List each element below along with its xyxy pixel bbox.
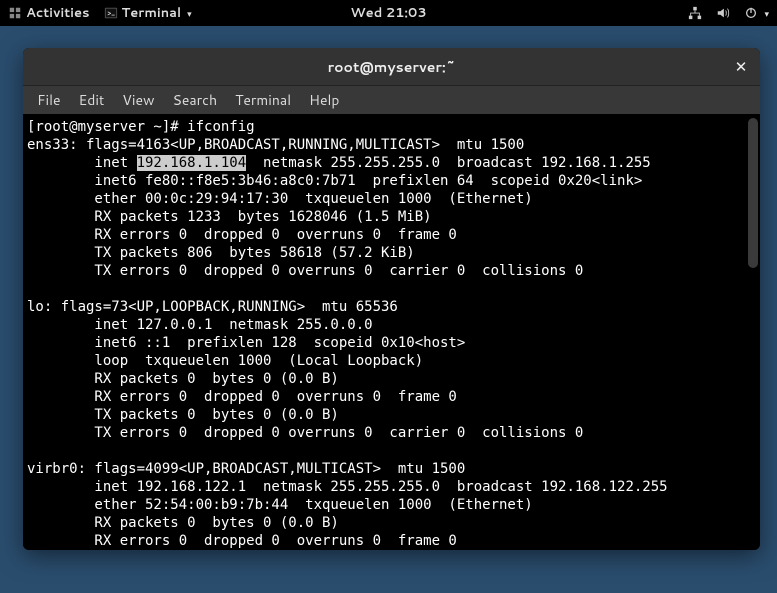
terminal-output: [root@myserver ~]# ifconfig ens33: flags… <box>27 118 756 550</box>
network-icon[interactable] <box>688 6 702 20</box>
appmenu-label: Terminal <box>122 4 182 22</box>
window-titlebar[interactable]: root@myserver:~ ✕ <box>23 48 760 86</box>
power-icon <box>744 6 758 20</box>
menu-terminal[interactable]: Terminal <box>227 87 299 113</box>
activities-icon <box>8 6 22 20</box>
close-icon: ✕ <box>735 56 748 77</box>
menubar: File Edit View Search Terminal Help <box>23 86 760 114</box>
chevron-down-icon: ▾ <box>187 7 192 20</box>
menu-edit[interactable]: Edit <box>71 87 113 113</box>
activities-label: Activities <box>26 4 90 22</box>
terminal-window: root@myserver:~ ✕ File Edit View Search … <box>23 48 760 550</box>
svg-text:>_: >_ <box>107 9 115 19</box>
menu-search[interactable]: Search <box>165 87 226 113</box>
window-title: root@myserver:~ <box>328 57 456 77</box>
menu-help[interactable]: Help <box>301 87 347 113</box>
highlighted-ip: 192.168.1.104 <box>137 155 247 171</box>
activities-button[interactable]: Activities <box>8 4 90 22</box>
terminal-viewport[interactable]: [root@myserver ~]# ifconfig ens33: flags… <box>23 114 760 550</box>
appmenu-button[interactable]: >_ Terminal ▾ <box>104 4 192 22</box>
menu-view[interactable]: View <box>114 87 162 113</box>
terminal-icon: >_ <box>104 6 118 20</box>
volume-icon[interactable] <box>716 6 730 20</box>
close-button[interactable]: ✕ <box>730 56 752 78</box>
clock[interactable]: Wed 21:03 <box>350 4 426 22</box>
scrollbar-thumb[interactable] <box>748 118 758 268</box>
chevron-down-icon: ▾ <box>764 7 769 20</box>
gnome-topbar: Activities >_ Terminal ▾ Wed 21:03 ▾ <box>0 0 777 26</box>
menu-file[interactable]: File <box>29 87 69 113</box>
power-menu[interactable]: ▾ <box>744 6 769 20</box>
